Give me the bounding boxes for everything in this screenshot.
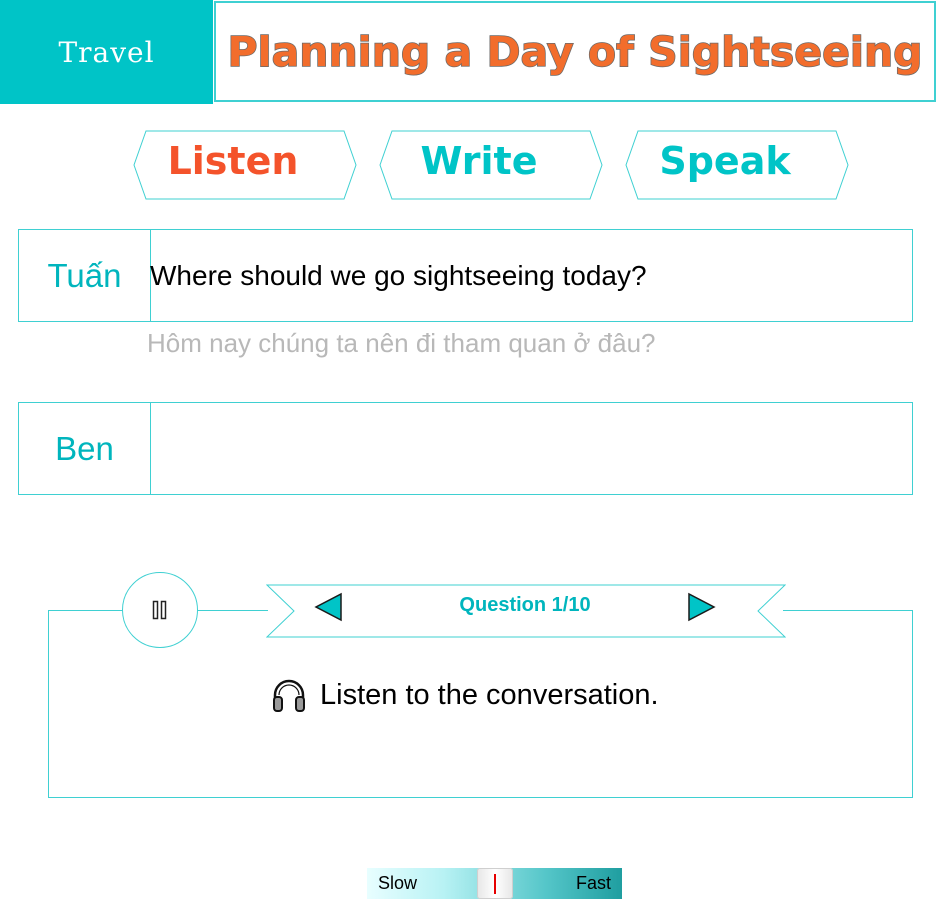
tab-write-label: Write (420, 139, 538, 183)
speed-slow-label: Slow (378, 873, 418, 893)
speaker-name: Ben (19, 403, 151, 494)
tab-write[interactable]: Write (379, 130, 603, 200)
lesson-title: Planning a Day of Sightseeing (227, 27, 924, 77)
instruction-text: Listen to the conversation. (320, 678, 659, 711)
speed-slider-thumb[interactable] (477, 868, 513, 899)
topic-label: Travel (58, 35, 155, 69)
lesson-title-box: Planning a Day of Sightseeing (214, 1, 936, 102)
dialogue-line: Where should we go sightseeing today? (150, 259, 647, 291)
triangle-right-icon (688, 592, 716, 622)
tab-speak[interactable]: Speak (625, 130, 849, 200)
headphones-icon (270, 676, 308, 714)
question-counter: Question 1/10 (459, 594, 591, 616)
panel-top-border-left (48, 610, 124, 611)
pause-button[interactable] (122, 572, 198, 648)
speed-slider-marker (494, 874, 496, 894)
pause-icon (152, 600, 167, 620)
tab-listen-label: Listen (167, 139, 299, 183)
speaker-name: Tuấn (19, 230, 151, 321)
instruction: Listen to the conversation. (270, 676, 659, 714)
topic-badge: Travel (0, 0, 213, 104)
triangle-left-icon (314, 592, 342, 622)
dialogue-translation: Hôm nay chúng ta nên đi tham quan ở đâu? (147, 328, 656, 358)
dialogue-row-tuan: Tuấn Where should we go sightseeing toda… (18, 229, 913, 322)
tab-speak-label: Speak (659, 139, 791, 183)
speed-fast-label: Fast (575, 873, 611, 893)
panel-top-border-right (783, 610, 913, 611)
dialogue-row-ben: Ben (18, 402, 913, 495)
panel-top-border-mid (198, 610, 268, 611)
prev-question-button[interactable] (314, 592, 344, 622)
next-question-button[interactable] (686, 592, 716, 622)
tab-listen[interactable]: Listen (133, 130, 357, 200)
speed-slider[interactable]: Slow Fast (367, 868, 622, 899)
